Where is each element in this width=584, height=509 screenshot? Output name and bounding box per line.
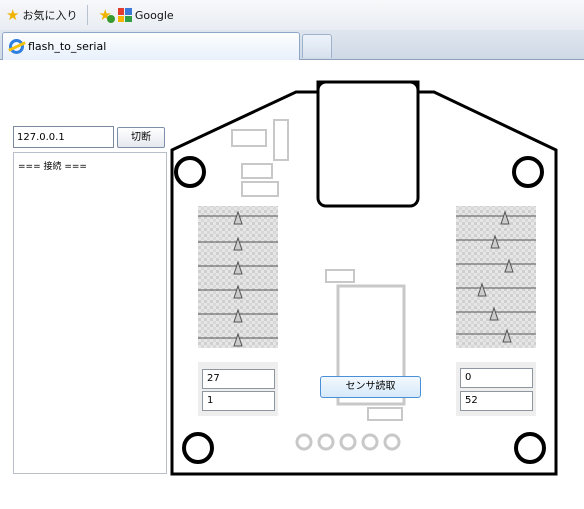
new-tab-button[interactable] (302, 34, 332, 58)
tab-flash-to-serial[interactable]: flash_to_serial (2, 32, 300, 60)
add-favorite-icon[interactable]: ★ (98, 7, 116, 23)
sensor-value-left-bottom[interactable]: 1 (202, 391, 275, 411)
connection-log[interactable]: === 接続 === (13, 152, 167, 474)
tab-title: flash_to_serial (28, 40, 107, 53)
google-icon (117, 8, 132, 22)
google-favorite-link[interactable]: Google (117, 8, 174, 22)
mount-hole-br (514, 432, 546, 464)
sensor-value-right-bottom[interactable]: 52 (460, 391, 533, 411)
mount-hole-tl (174, 156, 206, 188)
favorites-bar: ★ お気に入り ★ Google (0, 0, 584, 30)
sensor-value-left-top[interactable]: 27 (202, 369, 275, 389)
disconnect-button[interactable]: 切断 (117, 127, 165, 148)
ip-address-input[interactable] (13, 126, 114, 148)
usb-connector (316, 80, 420, 208)
favorites-label: お気に入り (22, 9, 78, 22)
read-sensor-button[interactable]: センサ読取 (320, 376, 421, 398)
mount-hole-tr (512, 156, 544, 188)
tab-strip: flash_to_serial (0, 30, 584, 60)
favorites-button[interactable]: ★ お気に入り (6, 7, 77, 23)
mount-hole-bl (182, 432, 214, 464)
google-label: Google (134, 8, 174, 22)
toolbar-separator (87, 5, 89, 25)
sensor-value-right-top[interactable]: 0 (460, 368, 533, 388)
favorites-star-icon: ★ (6, 5, 20, 24)
ie-page-icon (9, 39, 24, 54)
sensor-board-image (168, 78, 560, 478)
